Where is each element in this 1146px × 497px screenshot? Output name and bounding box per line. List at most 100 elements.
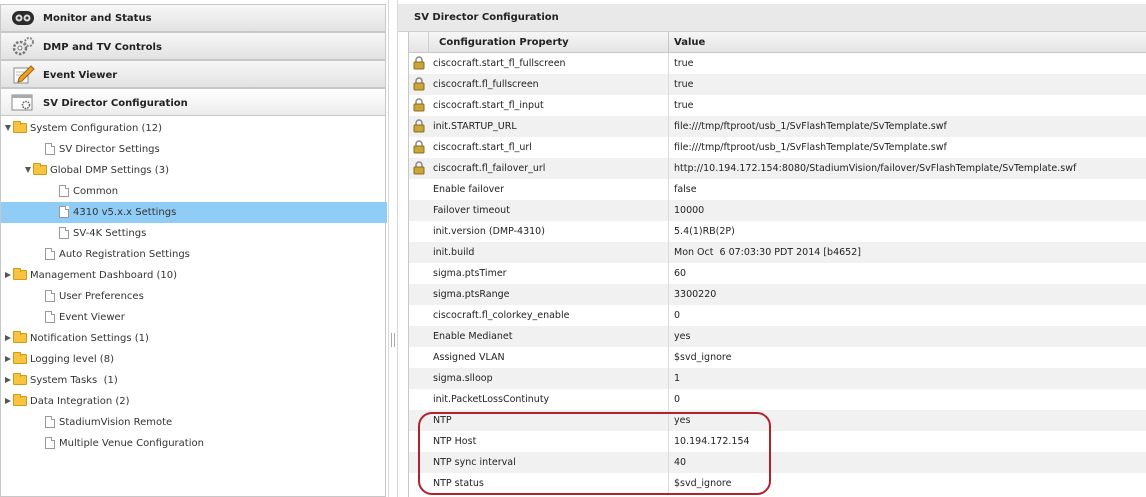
panel-dmp-and-tv-controls[interactable]: DMP and TV Controls (0, 32, 386, 60)
table-row[interactable]: init.version (DMP-4310) 5.4(1)RB(2P) (409, 221, 1146, 242)
page-title: SV Director Configuration (414, 12, 559, 23)
table-row[interactable]: init.STARTUP_URL file:///tmp/ftproot/usb_… (409, 116, 1146, 137)
table-row[interactable]: sigma.slloop 1 (409, 368, 1146, 389)
splitter-grip-icon[interactable] (391, 333, 395, 347)
tree-item-management-dashboard[interactable]: Management Dashboard (10) (5, 265, 177, 286)
table-row[interactable]: ciscocraft.start_fl_fullscreen true (409, 53, 1146, 74)
tree-item-notification-settings[interactable]: Notification Settings (1) (5, 328, 149, 349)
table-row[interactable]: ciscocraft.start_fl_input true (409, 95, 1146, 116)
lock-icon (413, 119, 425, 133)
tree-item-multiple-venue-configuration[interactable]: Multiple Venue Configuration (45, 433, 204, 454)
tree-item-event-viewer[interactable]: Event Viewer (45, 307, 125, 328)
tree-item-sv-4k-settings[interactable]: SV-4K Settings (59, 223, 146, 244)
folder-icon (13, 268, 27, 280)
expand-arrow-icon[interactable] (5, 125, 11, 131)
cell-value[interactable]: 40 (674, 452, 1144, 473)
cell-value[interactable]: true (674, 95, 1144, 116)
cell-value[interactable]: yes (674, 326, 1144, 347)
cell-value[interactable]: 60 (674, 263, 1144, 284)
cell-value[interactable]: yes (674, 410, 1144, 431)
cell-value[interactable]: 1 (674, 368, 1144, 389)
cell-property: init.version (DMP-4310) (429, 221, 669, 242)
tree-item-user-preferences[interactable]: User Preferences (45, 286, 144, 307)
tree-item-system-configuration[interactable]: System Configuration (12) (5, 118, 162, 139)
cell-property: NTP status (429, 473, 669, 494)
cell-value[interactable]: true (674, 74, 1144, 95)
cell-value[interactable]: $svd_ignore (674, 473, 1144, 494)
table-row[interactable]: Enable Medianet yes (409, 326, 1146, 347)
file-icon (59, 185, 69, 197)
column-header-property[interactable]: Configuration Property (429, 32, 669, 53)
table-row[interactable]: Failover timeout 10000 (409, 200, 1146, 221)
file-icon (45, 290, 55, 302)
cell-property: Assigned VLAN (429, 347, 669, 368)
tree-item-common[interactable]: Common (59, 181, 118, 202)
cell-value[interactable]: 5.4(1)RB(2P) (674, 221, 1144, 242)
file-icon (45, 143, 55, 155)
table-row[interactable]: ciscocraft.fl_failover_url http://10.194.… (409, 158, 1146, 179)
tree-item-data-integration[interactable]: Data Integration (2) (5, 391, 130, 412)
expand-arrow-icon[interactable] (25, 167, 31, 173)
lock-icon (413, 56, 425, 70)
tree-item-sv-director-settings[interactable]: SV Director Settings (45, 139, 160, 160)
table-row[interactable]: NTP yes (409, 410, 1146, 431)
table-row[interactable]: NTP sync interval 40 (409, 452, 1146, 473)
tree-item-logging-level[interactable]: Logging level (8) (5, 349, 114, 370)
gears-icon (12, 37, 34, 56)
table-row[interactable]: Enable failover false (409, 179, 1146, 200)
table-row[interactable]: sigma.ptsTimer 60 (409, 263, 1146, 284)
cell-value[interactable]: 3300220 (674, 284, 1144, 305)
column-header-value[interactable]: Value (669, 32, 1146, 53)
file-icon (45, 437, 55, 449)
cell-value[interactable]: $svd_ignore (674, 347, 1144, 368)
cell-value[interactable]: 10.194.172.154 (674, 431, 1144, 452)
table-row[interactable]: sigma.ptsRange 3300220 (409, 284, 1146, 305)
panel-monitor-and-status[interactable]: Monitor and Status (0, 4, 386, 32)
collapse-arrow-icon[interactable] (5, 356, 11, 362)
table-row[interactable]: ciscocraft.fl_colorkey_enable 0 (409, 305, 1146, 326)
panel-label: SV Director Configuration (43, 98, 188, 109)
table-row[interactable]: Assigned VLAN $svd_ignore (409, 347, 1146, 368)
table-row[interactable]: NTP status $svd_ignore (409, 473, 1146, 494)
file-icon (45, 248, 55, 260)
table-row[interactable]: ciscocraft.start_fl_url file:///tmp/ftpro… (409, 137, 1146, 158)
tree-item-auto-registration-settings[interactable]: Auto Registration Settings (45, 244, 190, 265)
collapse-arrow-icon[interactable] (5, 272, 11, 278)
cell-value[interactable]: file:///tmp/ftproot/usb_1/SvFlashTemplat… (674, 116, 1144, 137)
cell-value[interactable]: 0 (674, 389, 1144, 410)
table-row[interactable]: NTP Host 10.194.172.154 (409, 431, 1146, 452)
cell-value[interactable]: true (674, 53, 1144, 74)
cell-property: Enable failover (429, 179, 669, 200)
cell-value[interactable]: file:///tmp/ftproot/usb_1/SvFlashTemplat… (674, 137, 1144, 158)
cell-property: ciscocraft.start_fl_fullscreen (429, 53, 669, 74)
cell-property: Enable Medianet (429, 326, 669, 347)
cell-value[interactable]: false (674, 179, 1144, 200)
cell-value[interactable]: 0 (674, 305, 1144, 326)
cell-value[interactable]: 10000 (674, 200, 1144, 221)
panel-sv-director-configuration[interactable]: SV Director Configuration (0, 88, 386, 116)
cell-property: init.STARTUP_URL (429, 116, 669, 137)
file-icon (59, 227, 69, 239)
table-row[interactable]: ciscocraft.fl_fullscreen true (409, 74, 1146, 95)
tree-item-global-dmp-settings[interactable]: Global DMP Settings (3) (25, 160, 169, 181)
cell-property: ciscocraft.fl_fullscreen (429, 74, 669, 95)
cell-property: Failover timeout (429, 200, 669, 221)
left-panel: Monitor and Status DMP and TV Controls E… (0, 0, 388, 497)
tree-item-system-tasks[interactable]: System Tasks (1) (5, 370, 118, 391)
tree-item-stadiumvision-remote[interactable]: StadiumVision Remote (45, 412, 172, 433)
cell-value[interactable]: Mon Oct 6 07:03:30 PDT 2014 [b4652] (674, 242, 1144, 263)
monitor-icon (12, 11, 34, 25)
panel-splitter[interactable] (388, 0, 398, 497)
lock-column-header (409, 32, 429, 53)
table-row[interactable]: init.PacketLossContinuty 0 (409, 389, 1146, 410)
cell-property: init.PacketLossContinuty (429, 389, 669, 410)
collapse-arrow-icon[interactable] (5, 335, 11, 341)
panel-event-viewer[interactable]: Event Viewer (0, 60, 386, 88)
collapse-arrow-icon[interactable] (5, 377, 11, 383)
table-row[interactable]: init.build Mon Oct 6 07:03:30 PDT 2014 [b… (409, 242, 1146, 263)
folder-icon (13, 352, 27, 364)
collapse-arrow-icon[interactable] (5, 398, 11, 404)
folder-icon (13, 121, 27, 133)
cell-value[interactable]: http://10.194.172.154:8080/StadiumVision… (674, 158, 1144, 179)
tree-item-4310-settings[interactable]: 4310 v5.x.x Settings (1, 202, 387, 223)
